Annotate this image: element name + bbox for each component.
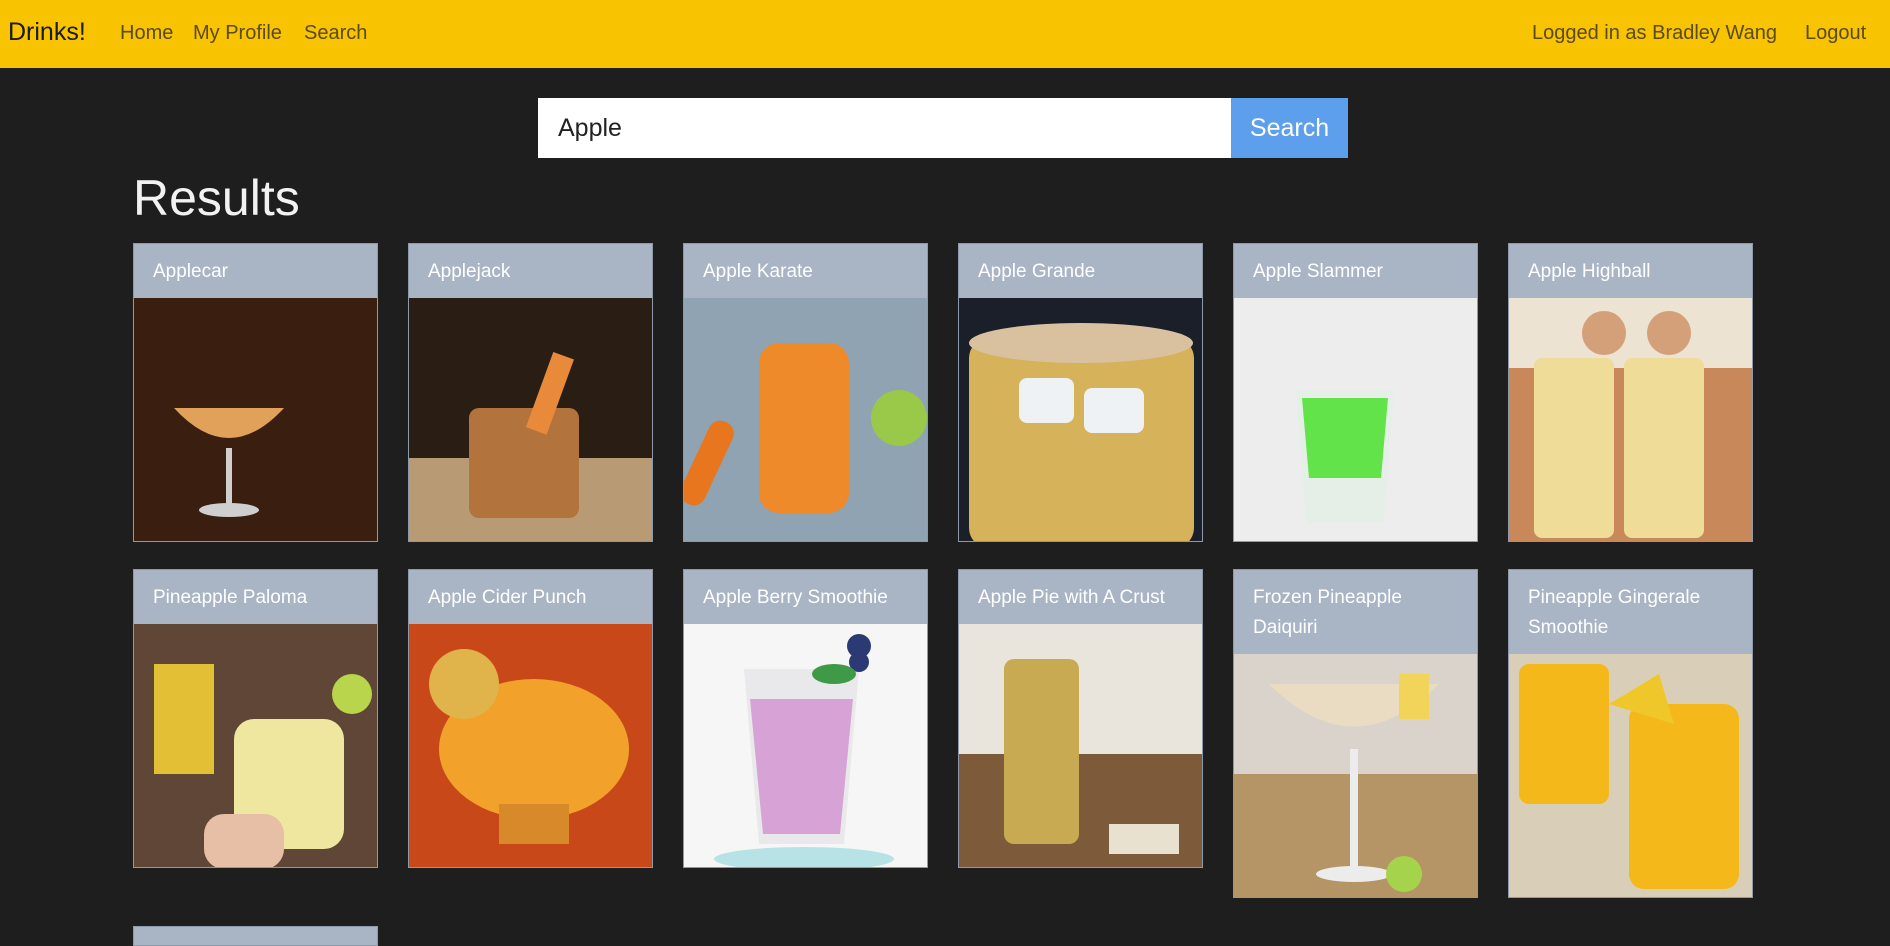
- drink-card-title: Apple Cider Punch: [409, 570, 652, 624]
- drink-card-title: Pineapple Gingerale Smoothie: [1509, 570, 1752, 654]
- drink-card[interactable]: [133, 926, 378, 946]
- drink-card[interactable]: Pineapple Gingerale Smoothie: [1508, 569, 1753, 898]
- drink-image: [409, 624, 652, 867]
- drink-image: [684, 298, 927, 541]
- drink-card[interactable]: Apple Cider Punch: [408, 569, 653, 868]
- drink-card-title: Apple Pie with A Crust: [959, 570, 1202, 624]
- drink-card[interactable]: Apple Berry Smoothie: [683, 569, 928, 868]
- drink-card[interactable]: Pineapple Paloma: [133, 569, 378, 868]
- drink-card-title: Applejack: [409, 244, 652, 298]
- drink-image: [959, 298, 1202, 541]
- results-heading: Results: [133, 170, 300, 226]
- search-input[interactable]: [538, 98, 1231, 158]
- logout-link[interactable]: Logout: [1805, 20, 1866, 46]
- drink-image: [684, 624, 927, 867]
- drink-card-title: Apple Grande: [959, 244, 1202, 298]
- top-navbar: Drinks! Home My Profile Search Logged in…: [0, 0, 1890, 68]
- drink-card[interactable]: Apple Karate: [683, 243, 928, 542]
- drink-image: [1234, 654, 1477, 897]
- drink-card-title: Pineapple Paloma: [134, 570, 377, 624]
- drink-image: [1509, 654, 1752, 897]
- drink-image: [134, 624, 377, 867]
- nav-profile-link[interactable]: My Profile: [193, 20, 282, 46]
- drink-image: [1509, 298, 1752, 541]
- brand-logo[interactable]: Drinks!: [8, 16, 86, 48]
- drink-card[interactable]: Apple Pie with A Crust: [958, 569, 1203, 868]
- drink-card-title: Apple Highball: [1509, 244, 1752, 298]
- drink-card[interactable]: Apple Grande: [958, 243, 1203, 542]
- drink-image: [1234, 298, 1477, 541]
- drink-card-title: Frozen Pineapple Daiquiri: [1234, 570, 1477, 654]
- drink-card[interactable]: Apple Highball: [1508, 243, 1753, 542]
- nav-search-link[interactable]: Search: [304, 20, 367, 46]
- drink-card-title: Applecar: [134, 244, 377, 298]
- drink-image: [409, 298, 652, 541]
- search-button[interactable]: Search: [1231, 98, 1348, 158]
- drink-card-title: Apple Slammer: [1234, 244, 1477, 298]
- drink-card-title: Apple Berry Smoothie: [684, 570, 927, 624]
- drink-card[interactable]: Frozen Pineapple Daiquiri: [1233, 569, 1478, 898]
- logged-in-user-text: Logged in as Bradley Wang: [1532, 22, 1777, 44]
- drink-card-title: Apple Karate: [684, 244, 927, 298]
- search-bar: Search: [538, 98, 1348, 158]
- drink-image: [959, 624, 1202, 867]
- drink-image: [134, 298, 377, 541]
- drink-card[interactable]: Applecar: [133, 243, 378, 542]
- drink-card[interactable]: Apple Slammer: [1233, 243, 1478, 542]
- nav-home-link[interactable]: Home: [120, 20, 173, 46]
- drink-card[interactable]: Applejack: [408, 243, 653, 542]
